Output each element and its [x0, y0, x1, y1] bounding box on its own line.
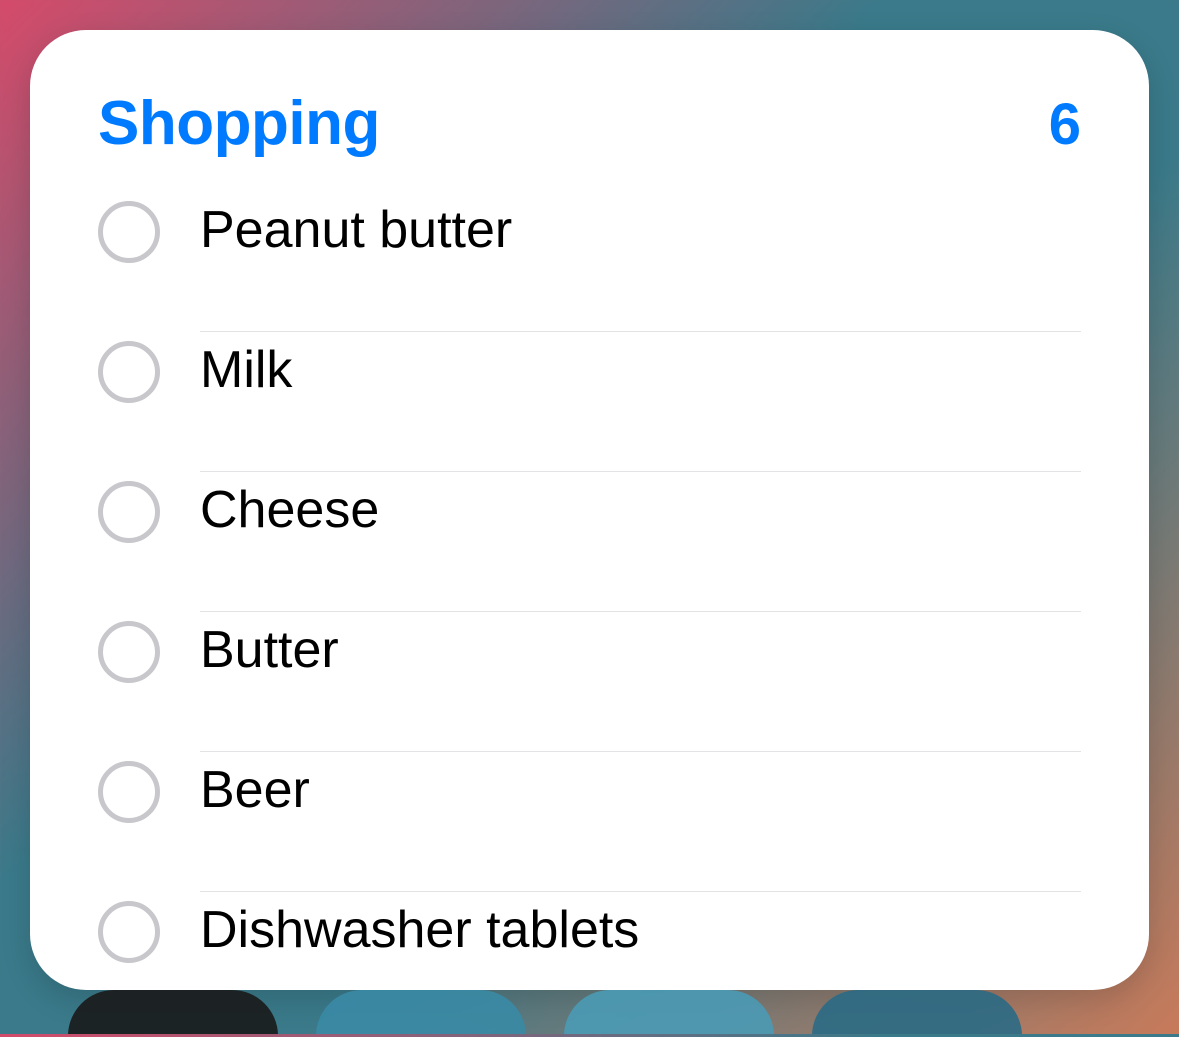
reminder-item[interactable]: Peanut butter: [98, 197, 1081, 337]
reminder-item[interactable]: Butter: [98, 617, 1081, 757]
reminder-text: Butter: [200, 621, 339, 679]
reminder-content: Peanut butter: [200, 197, 1081, 332]
reminder-content: Cheese: [200, 477, 1081, 612]
app-icon: [316, 990, 526, 1034]
reminder-content: Milk: [200, 337, 1081, 472]
app-icon: [564, 990, 774, 1034]
app-icon: [812, 990, 1022, 1034]
reminder-item[interactable]: Cheese: [98, 477, 1081, 617]
reminders-widget[interactable]: Shopping 6 Peanut butter Milk Cheese But…: [30, 30, 1149, 990]
complete-toggle-icon[interactable]: [98, 341, 160, 403]
reminder-item[interactable]: Milk: [98, 337, 1081, 477]
complete-toggle-icon[interactable]: [98, 201, 160, 263]
complete-toggle-icon[interactable]: [98, 901, 160, 963]
list-title[interactable]: Shopping: [98, 88, 380, 159]
reminder-text: Dishwasher tablets: [200, 901, 639, 959]
app-icon: [68, 990, 278, 1034]
reminder-content: Butter: [200, 617, 1081, 752]
reminder-text: Milk: [200, 341, 292, 399]
reminder-content: Beer: [200, 757, 1081, 892]
background-app-icons: [0, 990, 1179, 1034]
item-count: 6: [1049, 91, 1081, 158]
reminder-text: Cheese: [200, 481, 379, 539]
reminder-list: Peanut butter Milk Cheese Butter Beer: [98, 197, 1081, 1037]
complete-toggle-icon[interactable]: [98, 761, 160, 823]
complete-toggle-icon[interactable]: [98, 481, 160, 543]
reminder-text: Peanut butter: [200, 201, 512, 259]
complete-toggle-icon[interactable]: [98, 621, 160, 683]
widget-header: Shopping 6: [98, 88, 1081, 159]
reminder-item[interactable]: Beer: [98, 757, 1081, 897]
reminder-text: Beer: [200, 761, 310, 819]
